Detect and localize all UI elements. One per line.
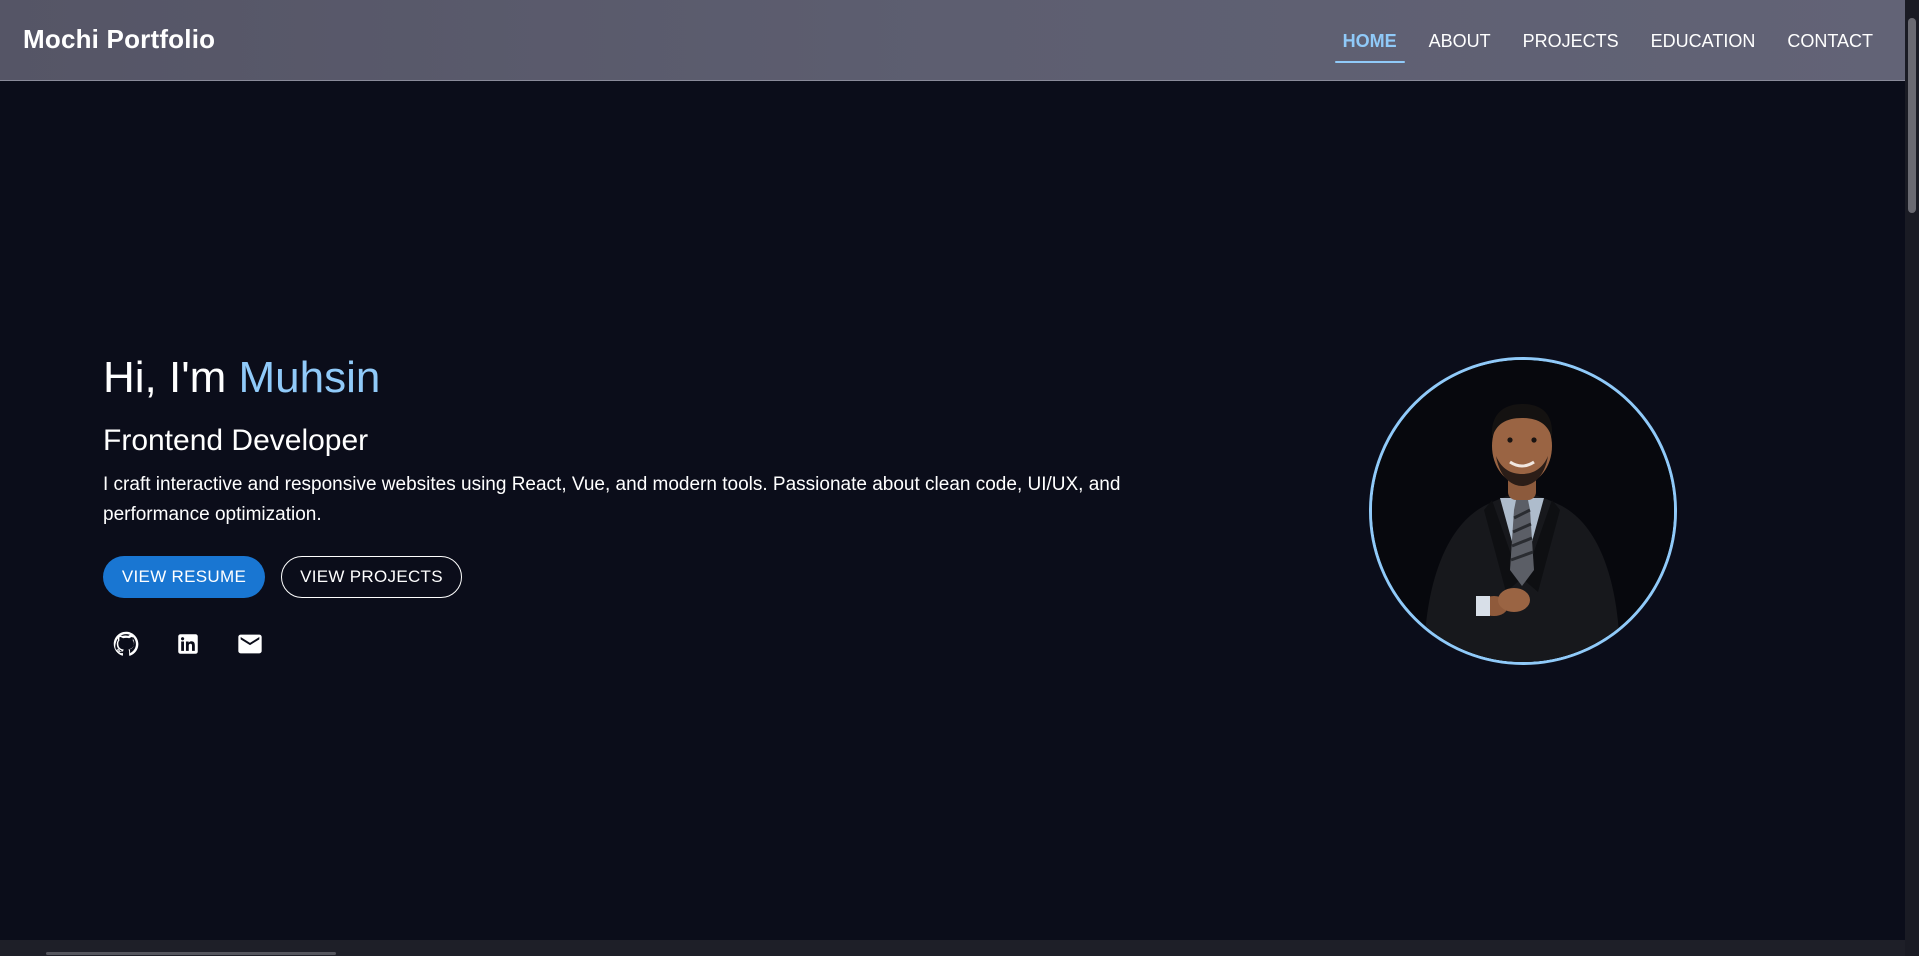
email-icon[interactable] — [233, 627, 267, 661]
hero-role: Frontend Developer — [103, 424, 369, 457]
greeting-prefix: Hi, I'm — [103, 353, 239, 402]
hero-bio: I craft interactive and responsive websi… — [103, 474, 1121, 525]
profile-avatar — [1369, 357, 1677, 665]
vertical-scrollbar[interactable] — [1905, 0, 1919, 956]
nav-home[interactable]: HOME — [1334, 21, 1405, 63]
hero-greeting: Hi, I'm Muhsin — [103, 350, 380, 406]
brand-logo[interactable]: Mochi Portfolio — [23, 24, 215, 55]
nav-contact[interactable]: CONTACT — [1779, 21, 1881, 61]
vertical-scrollbar-thumb[interactable] — [1908, 18, 1916, 213]
linkedin-icon[interactable] — [171, 627, 205, 661]
profile-photo-illustration — [1372, 360, 1674, 662]
nav-about[interactable]: ABOUT — [1421, 21, 1499, 61]
hero-name: Muhsin — [238, 353, 381, 402]
top-navbar: Mochi Portfolio HOME ABOUT PROJECTS EDUC… — [0, 0, 1905, 81]
view-resume-button[interactable]: VIEW RESUME — [103, 556, 265, 598]
horizontal-scrollbar-thumb[interactable] — [46, 952, 336, 955]
github-icon[interactable] — [109, 627, 143, 661]
main-nav: HOME ABOUT PROJECTS EDUCATION CONTACT — [1319, 0, 1881, 81]
nav-education[interactable]: EDUCATION — [1643, 21, 1764, 61]
page: Mochi Portfolio HOME ABOUT PROJECTS EDUC… — [0, 0, 1919, 956]
view-projects-button[interactable]: VIEW PROJECTS — [281, 556, 462, 598]
horizontal-scrollbar[interactable] — [0, 940, 1905, 956]
nav-projects[interactable]: PROJECTS — [1515, 21, 1627, 61]
